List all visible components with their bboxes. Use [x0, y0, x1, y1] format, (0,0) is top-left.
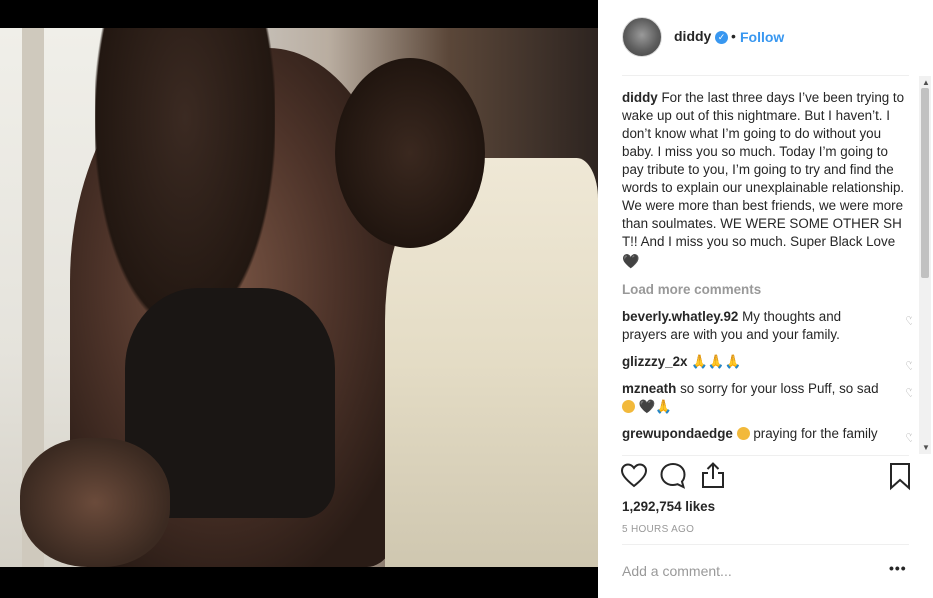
scroll-up-arrow-icon[interactable]: ▲ — [922, 78, 930, 87]
verified-badge-icon: ✓ — [715, 31, 728, 44]
header-username[interactable]: diddy — [674, 28, 711, 44]
comment-bubble-icon[interactable] — [659, 460, 687, 492]
pensive-face-emoji-icon — [736, 427, 750, 440]
video-frame[interactable] — [0, 28, 598, 567]
scrollbar[interactable]: ▲ ▼ — [919, 76, 931, 454]
figure-man-head — [335, 58, 485, 248]
follow-button[interactable]: Follow — [740, 29, 784, 45]
comment-username[interactable]: glizzzy_2x — [622, 354, 688, 369]
divider — [622, 544, 909, 545]
comment-like-heart-icon[interactable]: ♡ — [905, 429, 912, 447]
post-timestamp[interactable]: 5 HOURS AGO — [622, 524, 694, 535]
comment-text: 🙏🙏🙏 — [691, 354, 742, 369]
divider — [622, 455, 909, 456]
heart-outline-icon[interactable] — [620, 460, 648, 492]
comments-scroll-area[interactable]: diddy For the last three days I’ve been … — [622, 89, 912, 454]
post-side-panel: diddy ✓ • Follow diddy For the last thre… — [598, 0, 933, 598]
scroll-down-arrow-icon[interactable]: ▼ — [922, 443, 930, 452]
share-upload-icon[interactable] — [699, 460, 727, 492]
comment-like-heart-icon[interactable]: ♡ — [905, 357, 912, 375]
comment-item: beverly.whatley.92 My thoughts and praye… — [622, 308, 912, 344]
comment-like-heart-icon[interactable]: ♡ — [905, 312, 912, 330]
action-bar — [598, 460, 933, 494]
comment-like-heart-icon[interactable]: ♡ — [905, 384, 912, 402]
comment-emoji: 🖤🙏 — [638, 399, 673, 414]
divider — [622, 75, 909, 76]
likes-count[interactable]: 1,292,754 likes — [622, 499, 715, 514]
caption: diddy For the last three days I’ve been … — [622, 89, 912, 271]
post-media[interactable] — [0, 0, 598, 598]
figure-hand — [20, 438, 170, 567]
scrollbar-thumb[interactable] — [921, 88, 929, 278]
comment-text: praying for the family — [753, 426, 878, 441]
comment-username[interactable]: grewupondaedge — [622, 426, 733, 441]
black-heart-emoji: 🖤 — [622, 253, 640, 269]
load-more-comments-button[interactable]: Load more comments — [622, 281, 912, 299]
caption-text: For the last three days I’ve been trying… — [622, 90, 905, 249]
sad-face-emoji-icon — [622, 400, 635, 413]
figure-hair — [95, 28, 275, 328]
comment-username[interactable]: mzneath — [622, 381, 676, 396]
more-options-button[interactable]: ••• — [889, 560, 907, 576]
comment-username[interactable]: beverly.whatley.92 — [622, 309, 738, 324]
header-separator: • — [731, 28, 736, 44]
avatar[interactable] — [622, 17, 662, 57]
comment-text: so sorry for your loss Puff, so sad — [680, 381, 879, 396]
comment-item: grewupondaedge praying for the family ♡ — [622, 425, 912, 445]
comment-item: mzneath so sorry for your loss Puff, so … — [622, 380, 912, 416]
post-header: diddy ✓ • Follow — [598, 0, 933, 74]
caption-username[interactable]: diddy — [622, 90, 658, 105]
add-comment-input[interactable]: Add a comment... — [622, 563, 732, 579]
bookmark-icon[interactable] — [886, 460, 914, 492]
comment-item: glizzzy_2x 🙏🙏🙏 ♡ — [622, 353, 912, 373]
